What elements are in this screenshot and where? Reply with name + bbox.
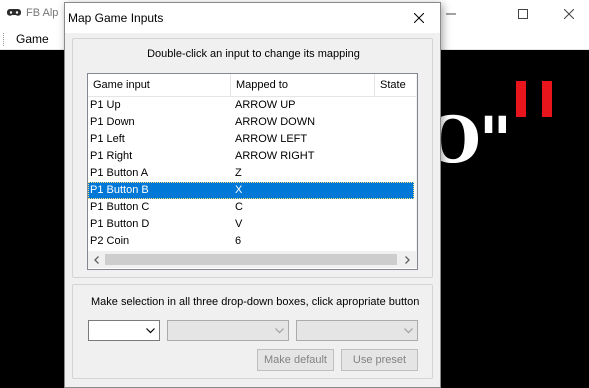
minimize-icon	[446, 13, 456, 15]
chevron-down-icon	[146, 328, 155, 334]
scroll-up-button[interactable]	[416, 74, 417, 91]
list-item-game-input: P1 Right	[90, 150, 133, 162]
column-state[interactable]: State	[375, 74, 417, 97]
list-item-mapped-to: ARROW LEFT	[235, 133, 308, 145]
menu-game[interactable]: Game	[16, 32, 49, 46]
list-item[interactable]: P2 Coin 6	[88, 233, 414, 247]
list-item-mapped-to: ARROW RIGHT	[235, 150, 315, 162]
close-icon	[414, 13, 424, 23]
list-item[interactable]: P1 Right ARROW RIGHT	[88, 148, 414, 165]
preset-dropdown-3[interactable]	[296, 320, 418, 341]
scroll-left-button[interactable]	[88, 251, 105, 268]
make-default-button[interactable]: Make default	[257, 349, 334, 371]
pause-bar-right	[542, 81, 552, 117]
dialog-titlebar[interactable]: Map Game Inputs	[65, 3, 440, 33]
list-body: P1 Up ARROW UP P1 Down ARROW DOWN P1 Left ARR…	[88, 97, 417, 247]
maximize-button[interactable]	[500, 0, 546, 28]
preset-dropdown-2[interactable]	[167, 320, 289, 341]
chevron-down-icon	[404, 328, 413, 334]
list-header: Game input Mapped to State	[88, 74, 417, 97]
list-item[interactable]: P1 Down ARROW DOWN	[88, 114, 414, 131]
list-item-mapped-to: X	[235, 184, 243, 196]
list-item-mapped-to: 6	[235, 235, 242, 247]
maximize-icon	[518, 9, 528, 19]
map-game-inputs-dialog: Map Game Inputs Double-click an input to…	[64, 2, 441, 388]
list-item[interactable]: P1 Button A Z	[88, 165, 414, 182]
pause-bar-left	[516, 81, 526, 117]
list-item[interactable]: P1 Up ARROW UP	[88, 97, 414, 114]
dialog-close-button[interactable]	[398, 3, 440, 33]
scroll-right-button[interactable]	[399, 251, 416, 268]
mapping-group: Double-click an input to change its mapp…	[72, 38, 433, 278]
list-item-mapped-to: C	[235, 201, 243, 213]
chevron-down-icon	[275, 328, 284, 334]
list-item-mapped-to: ARROW UP	[235, 99, 296, 111]
horizontal-scrollbar[interactable]	[88, 251, 417, 268]
dialog-title: Map Game Inputs	[68, 11, 164, 25]
list-item-mapped-to: Z	[235, 167, 242, 179]
scrollbar-corner	[416, 251, 417, 268]
preset-group: Make selection in all three drop-down bo…	[72, 284, 433, 379]
list-item[interactable]: P1 Button C C	[88, 199, 414, 216]
vertical-scrollbar[interactable]	[416, 74, 417, 254]
list-item-game-input: P1 Left	[90, 133, 125, 145]
main-close-button[interactable]	[546, 0, 589, 28]
list-item-game-input: P2 Coin	[90, 235, 130, 247]
list-item-game-input: P1 Up	[90, 99, 121, 111]
list-item[interactable]: P1 Button D V	[88, 216, 414, 233]
arrow-left-icon	[94, 255, 99, 264]
list-item[interactable]: P1 Left ARROW LEFT	[88, 131, 414, 148]
inputs-list[interactable]: Game input Mapped to State P1 Up ARROW UP…	[87, 73, 418, 270]
instruction-text: Double-click an input to change its mapp…	[147, 48, 360, 60]
list-item-game-input: P1 Down	[90, 116, 135, 128]
list-item[interactable]: P1 Button B X	[88, 182, 414, 199]
list-item-mapped-to: ARROW DOWN	[235, 116, 316, 128]
arrow-right-icon	[405, 255, 410, 264]
list-item-mapped-to: V	[235, 218, 243, 230]
list-item-game-input: P1 Button C	[90, 201, 150, 213]
gamepad-icon	[7, 8, 21, 18]
list-item-game-input: P1 Button D	[90, 218, 150, 230]
scroll-down-button[interactable]	[416, 234, 417, 251]
use-preset-button[interactable]: Use preset	[341, 349, 418, 371]
menu-grip	[3, 33, 6, 46]
column-mapped-to[interactable]: Mapped to	[231, 74, 375, 97]
column-game-input[interactable]: Game input	[88, 74, 231, 97]
preset-dropdown-1[interactable]	[88, 320, 160, 341]
list-item-game-input: P1 Button B	[90, 184, 149, 196]
close-icon	[564, 9, 574, 19]
list-item-game-input: P1 Button A	[90, 167, 149, 179]
horizontal-scroll-thumb[interactable]	[105, 254, 397, 265]
main-window-title: FB Alp	[26, 7, 59, 19]
selection-hint: Make selection in all three drop-down bo…	[91, 296, 420, 308]
